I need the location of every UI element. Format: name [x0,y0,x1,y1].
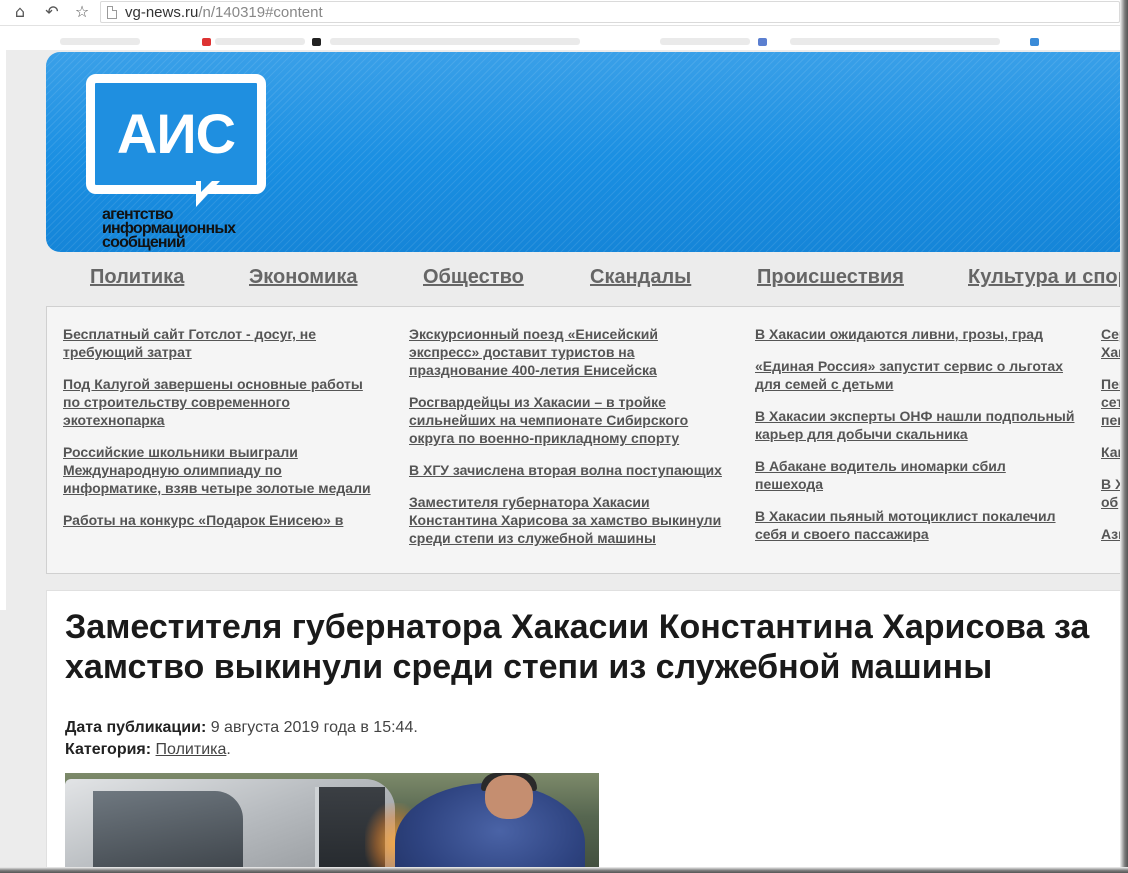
window-frame-bottom [0,867,1128,873]
category-suffix: . [226,741,231,758]
article-title: Заместителя губернатора Хакасии Констант… [65,608,1090,686]
news-column: Бесплатный сайт Готслот - досуг, не треб… [63,325,383,543]
news-link[interactable]: «Единая Россия» запустит сервис о льгота… [755,357,1075,393]
logo-abbreviation: АИС [116,102,236,165]
date-value: 9 августа 2019 года в 15:44. [206,719,418,736]
news-link[interactable]: В Абакане водитель иномарки сбил пешеход… [755,457,1075,493]
logo-subtitle: агентство информационных сообщений [102,207,282,251]
back-icon[interactable]: ↶ [42,2,62,22]
photo-head [485,775,533,819]
news-link[interactable]: В ХГУ зачислена вторая волна поступающих [409,461,729,479]
address-bar[interactable]: vg-news.ru/n/140319#content [100,1,1120,23]
menu-item-incidents[interactable]: Происшествия [757,266,904,289]
news-link[interactable]: Бесплатный сайт Готслот - досуг, не треб… [63,325,383,361]
news-feed-panel: Бесплатный сайт Готслот - досуг, не треб… [46,306,1128,574]
logo-frame: АИС [86,74,266,194]
bookmark-star-icon[interactable]: ☆ [72,2,92,22]
main-menu: Политика Экономика Общество Скандалы Про… [46,266,1128,294]
page-icon [107,6,117,19]
category-label: Категория: [65,741,152,758]
date-label: Дата публикации: [65,719,207,736]
news-link[interactable]: Российские школьники выиграли Международ… [63,443,383,497]
bookmark-icon[interactable] [758,38,767,46]
bookmark-blur [215,38,305,45]
menu-item-politics[interactable]: Политика [90,266,184,289]
news-column: Экскурсионный поезд «Енисейский экспресс… [409,325,729,561]
menu-item-culture[interactable]: Культура и спор [968,266,1128,289]
photo-car-window [93,791,243,873]
logo-speech-tail-inner [201,180,213,192]
bookmark-blur [330,38,580,45]
news-link[interactable]: В Хакасии эксперты ОНФ нашли подпольный … [755,407,1075,443]
news-link[interactable]: В Хакасии ожидаются ливни, грозы, град [755,325,1075,343]
news-link[interactable]: Экскурсионный поезд «Енисейский экспресс… [409,325,729,379]
logo-subtitle-line: сообщений [102,234,186,251]
publication-date: Дата публикации: 9 августа 2019 года в 1… [65,717,418,739]
menu-item-society[interactable]: Общество [423,266,524,289]
bookmark-icon[interactable] [1030,38,1039,46]
bookmark-icon[interactable] [312,38,321,46]
category-link[interactable]: Политика [156,741,227,758]
url-text[interactable]: vg-news.ru/n/140319#content [125,4,323,21]
home-icon[interactable]: ⌂ [10,2,30,22]
bookmark-blur [790,38,1000,45]
bookmark-icon[interactable] [202,38,211,46]
article-category: Категория: Политика. [65,739,231,761]
news-column: В Хакасии ожидаются ливни, грозы, град «… [755,325,1075,557]
menu-item-scandals[interactable]: Скандалы [590,266,691,289]
menu-item-economy[interactable]: Экономика [249,266,357,289]
window-frame-right [1120,0,1128,873]
article-photo [65,773,599,873]
browser-toolbar: ⌂ ↶ ☆ vg-news.ru/n/140319#content [0,0,1128,26]
bookmarks-bar [0,26,1128,50]
bookmark-blur [660,38,750,45]
webpage: АИС агентство информационных сообщений П… [0,50,1128,873]
article: Заместителя губернатора Хакасии Констант… [46,590,1126,873]
news-link[interactable]: В Хакасии пьяный мотоциклист покалечил с… [755,507,1075,543]
news-link[interactable]: Под Калугой завершены основные работы по… [63,375,383,429]
news-link[interactable]: Заместителя губернатора Хакасии Констант… [409,493,729,547]
news-link[interactable]: Работы на конкурс «Подарок Енисею» в [63,511,383,529]
bookmark-blur [60,38,140,45]
news-link[interactable]: Росгвардейцы из Хакасии – в тройке сильн… [409,393,729,447]
